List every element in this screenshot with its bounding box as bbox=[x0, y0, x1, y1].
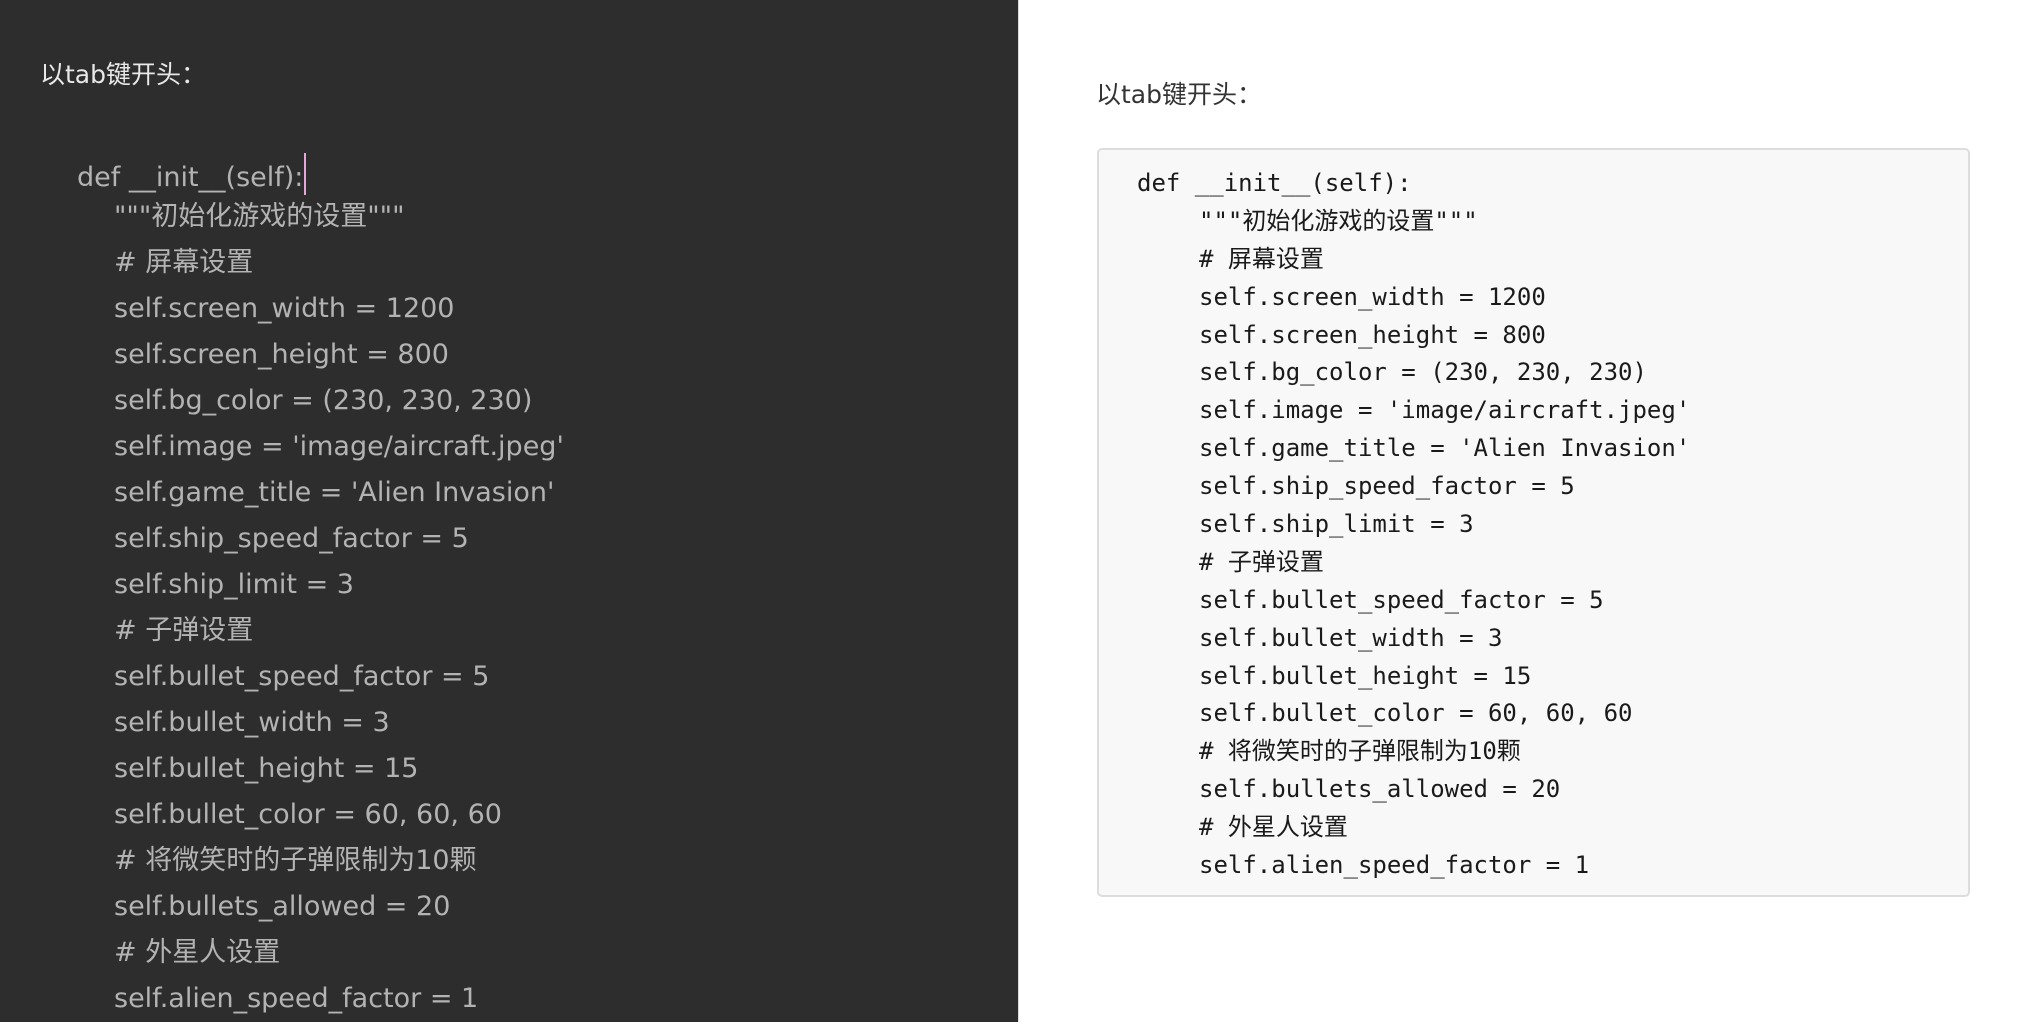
code-line: self.alien_speed_factor = 1 bbox=[1199, 851, 1590, 880]
editor-line[interactable]: self.bullet_color = 60, 60, 60 bbox=[77, 797, 564, 843]
editor-line[interactable]: self.bullet_width = 3 bbox=[77, 705, 564, 751]
code-line: # 外星人设置 bbox=[1199, 813, 1348, 842]
markdown-preview-pane: 以tab键开头： def __init__(self): """初始化游戏的设置"… bbox=[1019, 0, 2044, 1022]
code-line: # 将微笑时的子弹限制为10颗 bbox=[1199, 737, 1521, 766]
editor-line[interactable]: # 将微笑时的子弹限制为10颗 bbox=[77, 843, 564, 889]
editor-line-text: # 外星人设置 bbox=[114, 937, 281, 968]
code-line: self.screen_width = 1200 bbox=[1199, 282, 1546, 311]
editor-line-text: # 将微笑时的子弹限制为10颗 bbox=[114, 845, 477, 876]
editor-code-lines[interactable]: def __init__(self): """初始化游戏的设置""" # 屏幕设置 s… bbox=[77, 153, 564, 1027]
editor-line-text: self.game_title = 'Alien Invasion' bbox=[114, 477, 555, 508]
editor-line[interactable]: self.image = 'image/aircraft.jpeg' bbox=[77, 429, 564, 475]
code-line: """初始化游戏的设置""" bbox=[1199, 206, 1478, 235]
code-line: self.game_title = 'Alien Invasion' bbox=[1199, 434, 1691, 463]
editor-line[interactable]: # 外星人设置 bbox=[77, 935, 564, 981]
code-line: self.bg_color = (230, 230, 230) bbox=[1199, 358, 1647, 387]
code-line: # 屏幕设置 bbox=[1199, 244, 1324, 273]
editor-line-text: self.alien_speed_factor = 1 bbox=[114, 983, 479, 1014]
editor-line[interactable]: self.screen_width = 1200 bbox=[77, 291, 564, 337]
editor-line[interactable]: self.ship_speed_factor = 5 bbox=[77, 521, 564, 567]
editor-line-text: self.bullet_color = 60, 60, 60 bbox=[114, 799, 502, 830]
code-line: self.bullets_allowed = 20 bbox=[1199, 775, 1561, 804]
editor-line-text: self.bullet_height = 15 bbox=[114, 753, 419, 784]
code-line: self.screen_height = 800 bbox=[1199, 320, 1546, 349]
editor-line-text: def __init__(self): bbox=[77, 162, 304, 193]
editor-line-text: """初始化游戏的设置""" bbox=[114, 201, 405, 232]
editor-line[interactable]: self.bullet_speed_factor = 5 bbox=[77, 659, 564, 705]
editor-line-text: self.screen_width = 1200 bbox=[114, 293, 455, 324]
editor-line[interactable]: # 屏幕设置 bbox=[77, 245, 564, 291]
code-line: self.bullet_color = 60, 60, 60 bbox=[1199, 699, 1633, 728]
editor-line-text: self.ship_limit = 3 bbox=[114, 569, 354, 600]
editor-line-text: self.ship_speed_factor = 5 bbox=[114, 523, 469, 554]
editor-line-text: self.image = 'image/aircraft.jpeg' bbox=[114, 431, 564, 462]
editor-line-text: # 屏幕设置 bbox=[114, 247, 254, 278]
editor-line[interactable]: self.screen_height = 800 bbox=[77, 337, 564, 383]
preview-code-lines: def __init__(self): """初始化游戏的设置""" # 屏幕设置 s… bbox=[1137, 165, 1690, 885]
preview-heading: 以tab键开头： bbox=[1096, 80, 1262, 109]
preview-code-block: def __init__(self): """初始化游戏的设置""" # 屏幕设置 s… bbox=[1097, 148, 1970, 897]
markdown-source-editor[interactable]: 以tab键开头： def __init__(self): """初始化游戏的设置"… bbox=[0, 0, 1018, 1022]
editor-line[interactable]: self.bullets_allowed = 20 bbox=[77, 889, 564, 935]
editor-line[interactable]: self.game_title = 'Alien Invasion' bbox=[77, 475, 564, 521]
editor-line[interactable]: def __init__(self): bbox=[77, 153, 564, 199]
code-line: # 子弹设置 bbox=[1199, 547, 1324, 576]
editor-line-text: self.bg_color = (230, 230, 230) bbox=[114, 385, 533, 416]
editor-line-text: self.bullets_allowed = 20 bbox=[114, 891, 451, 922]
code-line: self.ship_speed_factor = 5 bbox=[1199, 472, 1575, 501]
editor-line-text: # 子弹设置 bbox=[114, 615, 254, 646]
code-line: self.ship_limit = 3 bbox=[1199, 510, 1474, 539]
code-line: self.bullet_height = 15 bbox=[1199, 661, 1532, 690]
code-line: self.image = 'image/aircraft.jpeg' bbox=[1199, 396, 1691, 425]
code-line: self.bullet_width = 3 bbox=[1199, 623, 1503, 652]
editor-line-text: self.bullet_speed_factor = 5 bbox=[114, 661, 490, 692]
editor-line-text: self.screen_height = 800 bbox=[114, 339, 449, 370]
editor-line[interactable]: self.bullet_height = 15 bbox=[77, 751, 564, 797]
text-cursor bbox=[304, 153, 307, 195]
editor-heading: 以tab键开头： bbox=[40, 60, 206, 89]
editor-line[interactable]: self.alien_speed_factor = 1 bbox=[77, 981, 564, 1027]
editor-line[interactable]: self.bg_color = (230, 230, 230) bbox=[77, 383, 564, 429]
editor-line[interactable]: """初始化游戏的设置""" bbox=[77, 199, 564, 245]
editor-line-text: self.bullet_width = 3 bbox=[114, 707, 390, 738]
editor-line[interactable]: self.ship_limit = 3 bbox=[77, 567, 564, 613]
code-line: def __init__(self): bbox=[1137, 169, 1412, 197]
code-line: self.bullet_speed_factor = 5 bbox=[1199, 585, 1604, 614]
editor-line[interactable]: # 子弹设置 bbox=[77, 613, 564, 659]
